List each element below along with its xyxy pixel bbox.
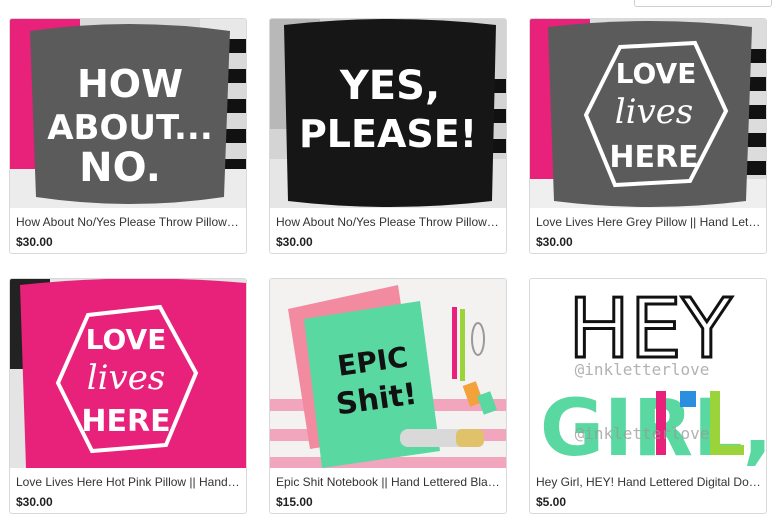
product-card[interactable]: LOVE lives HERE Love Lives Here Grey Pil…: [529, 18, 767, 254]
product-image[interactable]: LOVE lives HERE: [530, 19, 766, 208]
art-text: lives: [615, 92, 694, 132]
art-text: lives: [87, 358, 166, 398]
product-image[interactable]: HOW ABOUT... NO.: [10, 19, 246, 208]
product-title[interactable]: Epic Shit Notebook || Hand Lettered Blan…: [276, 475, 502, 489]
product-title[interactable]: How About No/Yes Please Throw Pillow || …: [276, 215, 502, 229]
product-title[interactable]: Love Lives Here Hot Pink Pillow || Hand …: [16, 475, 242, 489]
sort-dropdown[interactable]: [634, 0, 772, 7]
product-price: $30.00: [276, 235, 313, 249]
watermark-text: @inkletterlove: [575, 424, 710, 443]
art-text: HERE: [609, 140, 698, 175]
product-card[interactable]: YES, PLEASE! How About No/Yes Please Thr…: [269, 18, 507, 254]
art-text: PLEASE!: [299, 112, 477, 156]
art-text: LOVE: [86, 323, 167, 356]
art-text: ABOUT...: [47, 108, 213, 148]
product-title[interactable]: How About No/Yes Please Throw Pillow || …: [16, 215, 242, 229]
product-card[interactable]: HOW ABOUT... NO. How About No/Yes Please…: [9, 18, 247, 254]
art-text: NO.: [79, 145, 161, 191]
product-price: $15.00: [276, 495, 313, 509]
product-card[interactable]: LOVE lives HERE Love Lives Here Hot Pink…: [9, 278, 247, 514]
product-image[interactable]: LOVE lives HERE: [10, 279, 246, 468]
product-price: $30.00: [16, 495, 53, 509]
art-text: HERE: [81, 404, 170, 439]
product-card[interactable]: EPIC Shit! Epic Shit Notebook || Hand Le…: [269, 278, 507, 514]
product-price: $30.00: [536, 235, 573, 249]
product-grid: HOW ABOUT... NO. How About No/Yes Please…: [9, 18, 770, 518]
art-text: YES,: [339, 63, 440, 109]
product-price: $5.00: [536, 495, 567, 509]
product-price: $30.00: [16, 235, 53, 249]
product-title[interactable]: Love Lives Here Grey Pillow || Hand Lett…: [536, 215, 762, 229]
art-text: HOW: [77, 62, 183, 106]
art-text: LOVE: [616, 57, 697, 90]
product-image[interactable]: EPIC Shit!: [270, 279, 506, 468]
product-card[interactable]: HEY GIRL, @inkletterlove @inkletterlove …: [529, 278, 767, 514]
watermark-text: @inkletterlove: [575, 360, 710, 379]
product-image[interactable]: HEY GIRL, @inkletterlove @inkletterlove: [530, 279, 766, 468]
product-title[interactable]: Hey Girl, HEY! Hand Lettered Digital Dow…: [536, 475, 762, 489]
product-image[interactable]: YES, PLEASE!: [270, 19, 506, 208]
